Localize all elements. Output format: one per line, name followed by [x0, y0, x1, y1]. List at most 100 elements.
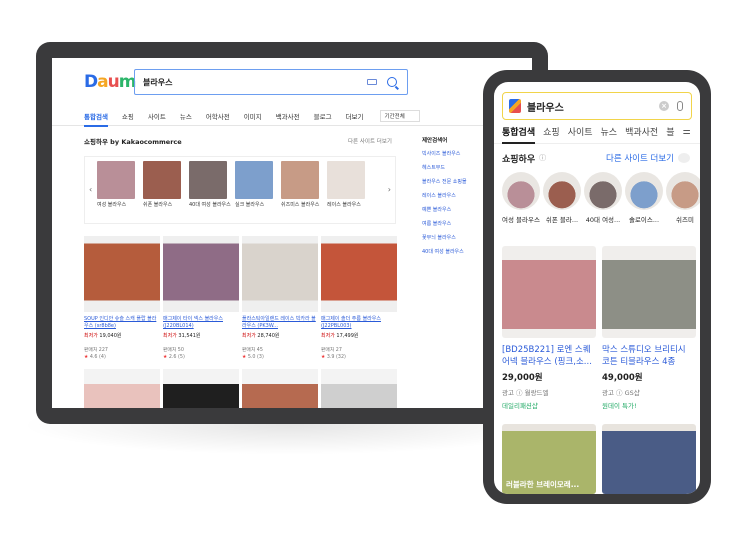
m-tab-shopping[interactable]: 쇼핑: [543, 125, 560, 138]
seller-promo[interactable]: 데일리패션샵: [502, 400, 596, 410]
product-image[interactable]: [84, 369, 160, 408]
clear-icon[interactable]: ×: [659, 101, 669, 111]
product-image[interactable]: [321, 369, 397, 408]
chip-item[interactable]: 실크 블라우스: [235, 161, 279, 209]
product-card[interactable]: [163, 369, 239, 408]
search-query: 블라우스: [143, 77, 173, 87]
info-icon[interactable]: ⓘ: [539, 153, 546, 163]
chip-item[interactable]: 여성 블라우스: [97, 161, 141, 209]
tab-all[interactable]: 통합검색: [84, 111, 108, 127]
keyword-circle-label: 쉬폰 블라...: [545, 216, 579, 224]
keyword-circle-image: [543, 172, 581, 210]
star-icon: ★: [163, 355, 168, 360]
chat-icon[interactable]: [678, 153, 690, 163]
product-name[interactable]: 매그제이 솔더 주름 블라우스 (J22PBL003): [321, 316, 397, 330]
tab-dictionary[interactable]: 어학사전: [206, 111, 230, 121]
tab-more[interactable]: 더보기: [346, 111, 364, 121]
product-card[interactable]: 매그제이 타이 넥스 블라우스 (J220BL014) 최저가 31,541원판매…: [163, 236, 239, 361]
shopping-more-link[interactable]: 다른 사이트 더보기: [348, 137, 392, 145]
m-tab-news[interactable]: 뉴스: [601, 125, 618, 138]
review-count: (3): [257, 355, 264, 360]
product-price: 최저가 17,499원: [321, 332, 397, 339]
product-image[interactable]: [242, 369, 318, 408]
keyword-circle-label: 쉬즈미: [676, 216, 694, 224]
chip-image: [189, 161, 227, 199]
filter-icon[interactable]: ⚌: [683, 127, 691, 137]
chip-image: [97, 161, 135, 199]
keyword-circle[interactable]: 40대 여성...: [584, 172, 622, 224]
rating: 4.6: [89, 355, 98, 360]
period-select[interactable]: 기간전체: [379, 109, 420, 122]
price-label: 최저가: [163, 333, 177, 339]
tab-site[interactable]: 사이트: [148, 111, 166, 121]
microphone-icon[interactable]: [677, 101, 683, 111]
tab-news[interactable]: 뉴스: [180, 111, 192, 121]
mobile-product-grid: [BD25B221] 로엔 스퀘어넥 블라우스 (핑크,소... 29,000원 광…: [494, 246, 700, 494]
tab-images[interactable]: 이미지: [244, 111, 262, 121]
mobile-product-image[interactable]: [502, 246, 596, 338]
chevron-right-icon[interactable]: ›: [388, 185, 391, 194]
mobile-shopping-more[interactable]: 다른 사이트 더보기: [606, 152, 674, 164]
desktop-header: Daum 블라우스: [52, 58, 532, 106]
mobile-keyword-circles: 여성 블라우스 쉬폰 블라... 40대 여성... 솔로이스... 쉬즈미: [494, 172, 700, 224]
product-card[interactable]: [321, 369, 397, 408]
desktop-search-input[interactable]: 블라우스: [134, 69, 408, 95]
mobile-product-card[interactable]: 러블라한 브레이모래...: [502, 410, 596, 494]
mobile-product-card[interactable]: 막스 스튜디오 브리티시 코튼 티블라우스 4종 49,000원 광고 ⓘ GS샵 원…: [602, 246, 696, 410]
chip-item[interactable]: 쉬즈미스 블라우스: [281, 161, 325, 209]
mobile-product-name[interactable]: 막스 스튜디오 브리티시 코튼 티블라우스 4종: [602, 344, 696, 368]
price-value: 31,541원: [178, 333, 201, 339]
m-tab-all[interactable]: 통합검색: [502, 125, 536, 144]
seller-promo[interactable]: 원데이 특가!: [602, 400, 696, 410]
price-value: 28,740원: [257, 333, 280, 339]
mobile-product-image[interactable]: 러블라한 브레이모래...: [502, 424, 596, 494]
keyword-circle[interactable]: 여성 블라우스: [502, 172, 540, 224]
chip-item[interactable]: 쉬폰 블라우스: [143, 161, 187, 209]
m-tab-blog[interactable]: 블: [666, 125, 674, 138]
product-image[interactable]: [321, 236, 397, 312]
chevron-left-icon[interactable]: ‹: [89, 185, 92, 194]
m-tab-site[interactable]: 사이트: [568, 125, 593, 138]
chip-item[interactable]: 레이스 블라우스: [327, 161, 371, 209]
price-value: 17,499원: [336, 333, 359, 339]
keyword-circle[interactable]: 쉬폰 블라...: [543, 172, 581, 224]
mobile-product-card[interactable]: [602, 410, 696, 494]
tab-shopping[interactable]: 쇼핑: [122, 111, 134, 121]
product-name[interactable]: 플라스틱아일랜드 레이스 빅카라 블라우스 (PK3W...: [242, 316, 318, 330]
mobile-shopping-header: 쇼핑하우 ⓘ 다른 사이트 더보기: [494, 144, 700, 172]
product-stats: 판매처 50 ★ 2.6 (5): [163, 347, 239, 361]
product-name[interactable]: SOUP 인디안 슈슬 스캐 플랍 블라우스 (sr8b8e): [84, 316, 160, 330]
mobile-product-name[interactable]: [BD25B221] 로엔 스퀘어넥 블라우스 (핑크,소...: [502, 344, 596, 368]
keyword-circle-image: [584, 172, 622, 210]
chip-image: [281, 161, 319, 199]
product-image[interactable]: [84, 236, 160, 312]
mobile-product-image[interactable]: [602, 424, 696, 494]
product-name[interactable]: 매그제이 타이 넥스 블라우스 (J220BL014): [163, 316, 239, 330]
tab-encyclopedia[interactable]: 백과사전: [276, 111, 300, 121]
chip-item[interactable]: 40대 여성 블라우스: [189, 161, 233, 209]
keyword-circle[interactable]: 쉬즈미: [666, 172, 700, 224]
product-image[interactable]: [163, 236, 239, 312]
mobile-product-card[interactable]: [BD25B221] 로엔 스퀘어넥 블라우스 (핑크,소... 29,000원 광…: [502, 246, 596, 410]
product-image[interactable]: [163, 369, 239, 408]
product-card[interactable]: SOUP 인디안 슈슬 스캐 플랍 블라우스 (sr8b8e) 최저가 19,04…: [84, 236, 160, 361]
m-tab-encyclopedia[interactable]: 백과사전: [625, 125, 658, 138]
product-card[interactable]: 매그제이 솔더 주름 블라우스 (J22PBL003) 최저가 17,499원 판매…: [321, 236, 397, 361]
price-value: 19,040원: [99, 333, 122, 339]
tab-blog[interactable]: 블로그: [314, 111, 332, 121]
product-image[interactable]: [242, 236, 318, 312]
daum-logo[interactable]: Daum: [84, 72, 136, 92]
product-card[interactable]: [242, 369, 318, 408]
search-icon[interactable]: [387, 77, 397, 87]
mobile-search-query: 블라우스: [527, 102, 564, 114]
keyboard-icon[interactable]: [367, 79, 377, 85]
mobile-product-image[interactable]: [602, 246, 696, 338]
mobile-shopping-title: 쇼핑하우: [502, 154, 536, 165]
sellers-label: 판매처: [163, 348, 177, 353]
mobile-search-input[interactable]: 블라우스 ×: [502, 92, 692, 120]
keyword-circle[interactable]: 솔로이스...: [625, 172, 663, 224]
product-card[interactable]: 플라스틱아일랜드 레이스 빅카라 블라우스 (PK3W... 최저가 28,740…: [242, 236, 318, 361]
product-card[interactable]: [84, 369, 160, 408]
sellers-label: 판매처: [84, 348, 98, 353]
review-count: (4): [99, 355, 106, 360]
